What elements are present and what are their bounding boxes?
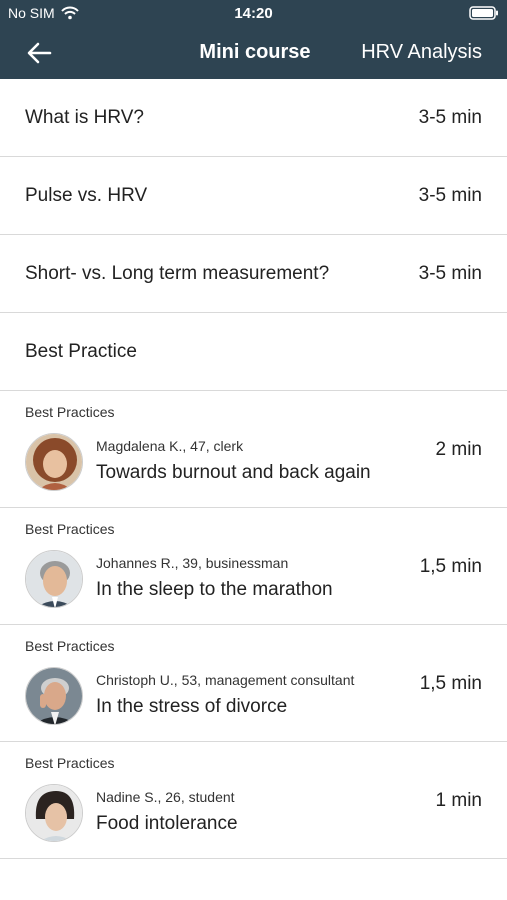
story-title: In the sleep to the marathon — [96, 579, 333, 600]
story-duration: 1,5 min — [419, 556, 482, 577]
story-item-magdalena[interactable]: Best Practices Magdalena K., 47, clerk T… — [0, 391, 507, 508]
story-duration: 1,5 min — [419, 673, 482, 694]
avatar — [25, 667, 83, 725]
avatar — [25, 433, 83, 491]
story-category: Best Practices — [25, 521, 115, 537]
course-item-short-vs-long[interactable]: Short- vs. Long term measurement? 3-5 mi… — [0, 235, 507, 313]
course-list: What is HRV? 3-5 min Pulse vs. HRV 3-5 m… — [0, 79, 507, 859]
story-person: Nadine S., 26, student — [96, 789, 235, 805]
story-item-johannes[interactable]: Best Practices Johannes R., 39, business… — [0, 508, 507, 625]
hrv-analysis-link[interactable]: HRV Analysis — [361, 41, 482, 64]
story-title: Towards burnout and back again — [96, 462, 371, 483]
story-category: Best Practices — [25, 404, 115, 420]
story-title: In the stress of divorce — [96, 696, 288, 717]
avatar — [25, 550, 83, 608]
status-time: 14:20 — [234, 5, 273, 22]
story-category: Best Practices — [25, 755, 115, 771]
course-item-best-practice[interactable]: Best Practice — [0, 313, 507, 391]
course-item-duration: 3-5 min — [418, 106, 482, 128]
course-item-duration: 3-5 min — [418, 184, 482, 206]
page-title: Mini course — [199, 41, 311, 63]
story-person: Johannes R., 39, businessman — [96, 555, 289, 571]
course-item-pulse-vs-hrv[interactable]: Pulse vs. HRV 3-5 min — [0, 157, 507, 235]
course-item-title: Pulse vs. HRV — [25, 184, 148, 206]
course-item-duration: 3-5 min — [418, 262, 482, 284]
course-item-title: What is HRV? — [25, 106, 144, 128]
story-duration: 2 min — [435, 439, 482, 460]
status-bar: No SIM 14:20 — [0, 0, 507, 28]
story-item-nadine[interactable]: Best Practices Nadine S., 26, student Fo… — [0, 742, 507, 859]
back-arrow-icon[interactable] — [24, 38, 56, 68]
story-category: Best Practices — [25, 638, 115, 654]
course-item-title: Short- vs. Long term measurement? — [25, 262, 330, 284]
story-item-christoph[interactable]: Best Practices Christoph U., 53, managem… — [0, 625, 507, 742]
course-item-what-is-hrv[interactable]: What is HRV? 3-5 min — [0, 79, 507, 157]
app-header: No SIM 14:20 Mini course HRV Analysis — [0, 0, 507, 79]
story-duration: 1 min — [435, 790, 482, 811]
course-item-title: Best Practice — [25, 340, 137, 362]
story-person: Christoph U., 53, management consultant — [96, 672, 355, 688]
battery-icon — [469, 6, 498, 20]
story-person: Magdalena K., 47, clerk — [96, 438, 244, 454]
story-title: Food intolerance — [96, 813, 238, 834]
avatar — [25, 784, 83, 842]
navigation-bar: Mini course HRV Analysis — [0, 28, 507, 79]
